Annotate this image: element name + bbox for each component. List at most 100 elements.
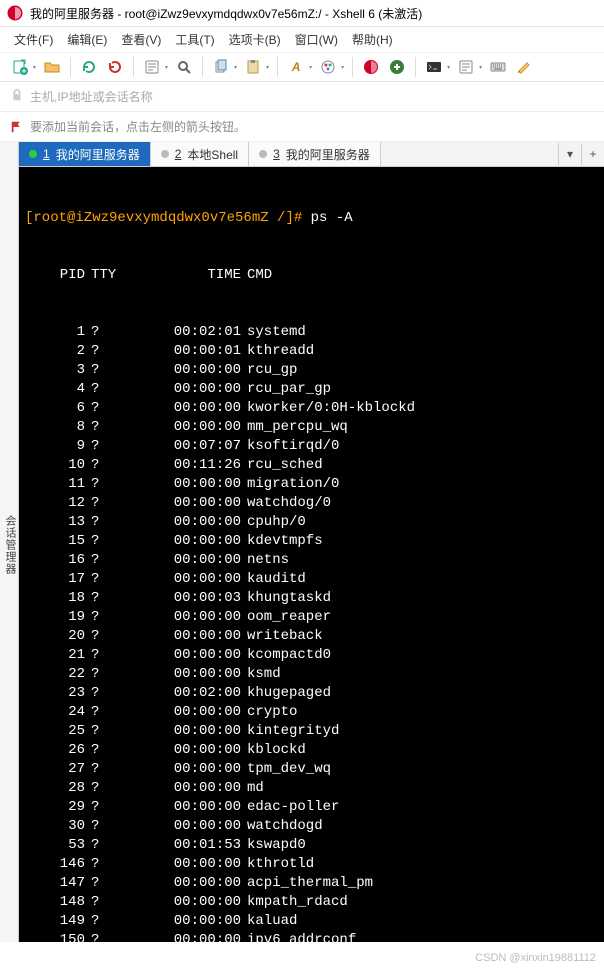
ps-cell-pid: 23 xyxy=(25,684,85,703)
ps-cell-tty: ? xyxy=(85,437,131,456)
menu-tools[interactable]: 工具(T) xyxy=(175,31,214,48)
ps-row: 29?00:00:00edac-poller xyxy=(25,798,598,817)
ps-cell-tty: ? xyxy=(85,817,131,836)
menu-edit[interactable]: 编辑(E) xyxy=(67,31,107,48)
ps-cell-tty: ? xyxy=(85,494,131,513)
ps-cell-time: 00:00:00 xyxy=(131,912,241,931)
session-tab[interactable]: 2 本地Shell xyxy=(151,142,249,166)
search-icon[interactable] xyxy=(174,57,194,77)
dropdown-arrow-icon[interactable]: ▾ xyxy=(33,64,36,71)
keyboard-icon[interactable] xyxy=(488,57,508,77)
menu-view[interactable]: 查看(V) xyxy=(121,31,161,48)
script-icon[interactable] xyxy=(456,57,476,77)
dropdown-arrow-icon[interactable]: ▾ xyxy=(309,64,312,71)
address-placeholder[interactable]: 主机,IP地址或会话名称 xyxy=(30,88,594,105)
ps-cell-pid: 148 xyxy=(25,893,85,912)
toolbar-separator xyxy=(70,57,71,77)
ps-cell-pid: 11 xyxy=(25,475,85,494)
highlight-icon[interactable] xyxy=(514,57,534,77)
ps-cell-cmd: kcompactd0 xyxy=(241,646,331,665)
open-session-icon[interactable] xyxy=(42,57,62,77)
ps-cell-pid: 19 xyxy=(25,608,85,627)
ps-cell-time: 00:01:53 xyxy=(131,836,241,855)
xftp-icon[interactable] xyxy=(387,57,407,77)
ps-cell-cmd: md xyxy=(241,779,264,798)
ps-cell-time: 00:00:00 xyxy=(131,532,241,551)
ps-row: 15?00:00:00kdevtmpfs xyxy=(25,532,598,551)
new-session-icon[interactable] xyxy=(10,57,30,77)
toolbar-separator xyxy=(277,57,278,77)
status-dot-icon xyxy=(259,150,267,158)
ps-cell-tty: ? xyxy=(85,779,131,798)
reconnect-icon[interactable] xyxy=(79,57,99,77)
ps-cell-time: 00:00:00 xyxy=(131,494,241,513)
font-icon[interactable]: A xyxy=(286,57,306,77)
ps-cell-tty: ? xyxy=(85,722,131,741)
session-tab[interactable]: 3 我的阿里服务器 xyxy=(249,142,381,166)
ps-cell-pid: 4 xyxy=(25,380,85,399)
toolbar-separator xyxy=(352,57,353,77)
ps-col-tty: TTY xyxy=(85,266,131,285)
menu-tabs[interactable]: 选项卡(B) xyxy=(229,31,281,48)
ps-cell-time: 00:00:00 xyxy=(131,893,241,912)
menubar: 文件(F) 编辑(E) 查看(V) 工具(T) 选项卡(B) 窗口(W) 帮助(… xyxy=(0,27,604,52)
ps-cell-pid: 25 xyxy=(25,722,85,741)
paste-icon[interactable] xyxy=(243,57,263,77)
ps-cell-time: 00:00:00 xyxy=(131,418,241,437)
properties-icon[interactable] xyxy=(142,57,162,77)
dropdown-arrow-icon[interactable]: ▾ xyxy=(266,64,269,71)
ps-cell-cmd: mm_percpu_wq xyxy=(241,418,348,437)
session-tab[interactable]: 1 我的阿里服务器 xyxy=(19,142,151,166)
tab-label: 我的阿里服务器 xyxy=(56,146,140,163)
ps-cell-tty: ? xyxy=(85,798,131,817)
ps-cell-cmd: netns xyxy=(241,551,289,570)
ps-cell-tty: ? xyxy=(85,703,131,722)
xshell-icon[interactable] xyxy=(361,57,381,77)
ps-cell-time: 00:00:00 xyxy=(131,855,241,874)
menu-file[interactable]: 文件(F) xyxy=(14,31,53,48)
toolbar-separator xyxy=(415,57,416,77)
menu-help[interactable]: 帮助(H) xyxy=(352,31,393,48)
ps-cell-time: 00:00:00 xyxy=(131,361,241,380)
tab-add-button[interactable]: + xyxy=(581,143,604,165)
ps-cell-pid: 13 xyxy=(25,513,85,532)
dropdown-arrow-icon[interactable]: ▾ xyxy=(479,64,482,71)
ps-cell-pid: 2 xyxy=(25,342,85,361)
ps-cell-cmd: kworker/0:0H-kblockd xyxy=(241,399,415,418)
ps-cell-pid: 24 xyxy=(25,703,85,722)
ps-cell-tty: ? xyxy=(85,418,131,437)
ps-cell-pid: 20 xyxy=(25,627,85,646)
ps-cell-pid: 29 xyxy=(25,798,85,817)
ps-cell-time: 00:00:00 xyxy=(131,475,241,494)
ps-cell-tty: ? xyxy=(85,399,131,418)
dropdown-arrow-icon[interactable]: ▾ xyxy=(234,64,237,71)
ps-cell-cmd: kintegrityd xyxy=(241,722,339,741)
ps-cell-time: 00:00:00 xyxy=(131,551,241,570)
ps-row: 16?00:00:00netns xyxy=(25,551,598,570)
tab-list-dropdown[interactable]: ▾ xyxy=(558,143,581,165)
session-tabs: 1 我的阿里服务器2 本地Shell3 我的阿里服务器 ▾ + xyxy=(19,142,604,167)
menu-window[interactable]: 窗口(W) xyxy=(295,31,338,48)
ps-cell-pid: 18 xyxy=(25,589,85,608)
dropdown-arrow-icon[interactable]: ▾ xyxy=(165,64,168,71)
terminal-output[interactable]: [root@iZwz9evxymdqdwx0v7e56mZ /]# ps -A … xyxy=(19,167,604,942)
ps-row: 19?00:00:00oom_reaper xyxy=(25,608,598,627)
disconnect-icon[interactable] xyxy=(105,57,125,77)
ps-cell-pid: 146 xyxy=(25,855,85,874)
terminal-icon[interactable] xyxy=(424,57,444,77)
ps-cell-pid: 53 xyxy=(25,836,85,855)
ps-row: 1?00:02:01systemd xyxy=(25,323,598,342)
ps-cell-time: 00:00:00 xyxy=(131,760,241,779)
dropdown-arrow-icon[interactable]: ▾ xyxy=(447,64,450,71)
dropdown-arrow-icon[interactable]: ▾ xyxy=(341,64,344,71)
color-scheme-icon[interactable] xyxy=(318,57,338,77)
session-manager-sidebar[interactable]: 会话管理器 xyxy=(0,142,19,942)
ps-cell-tty: ? xyxy=(85,836,131,855)
copy-icon[interactable] xyxy=(211,57,231,77)
ps-cell-time: 00:00:00 xyxy=(131,646,241,665)
toolbar-separator xyxy=(202,57,203,77)
ps-cell-pid: 17 xyxy=(25,570,85,589)
ps-row: 148?00:00:00kmpath_rdacd xyxy=(25,893,598,912)
ps-cell-tty: ? xyxy=(85,342,131,361)
ps-cell-cmd: khungtaskd xyxy=(241,589,331,608)
